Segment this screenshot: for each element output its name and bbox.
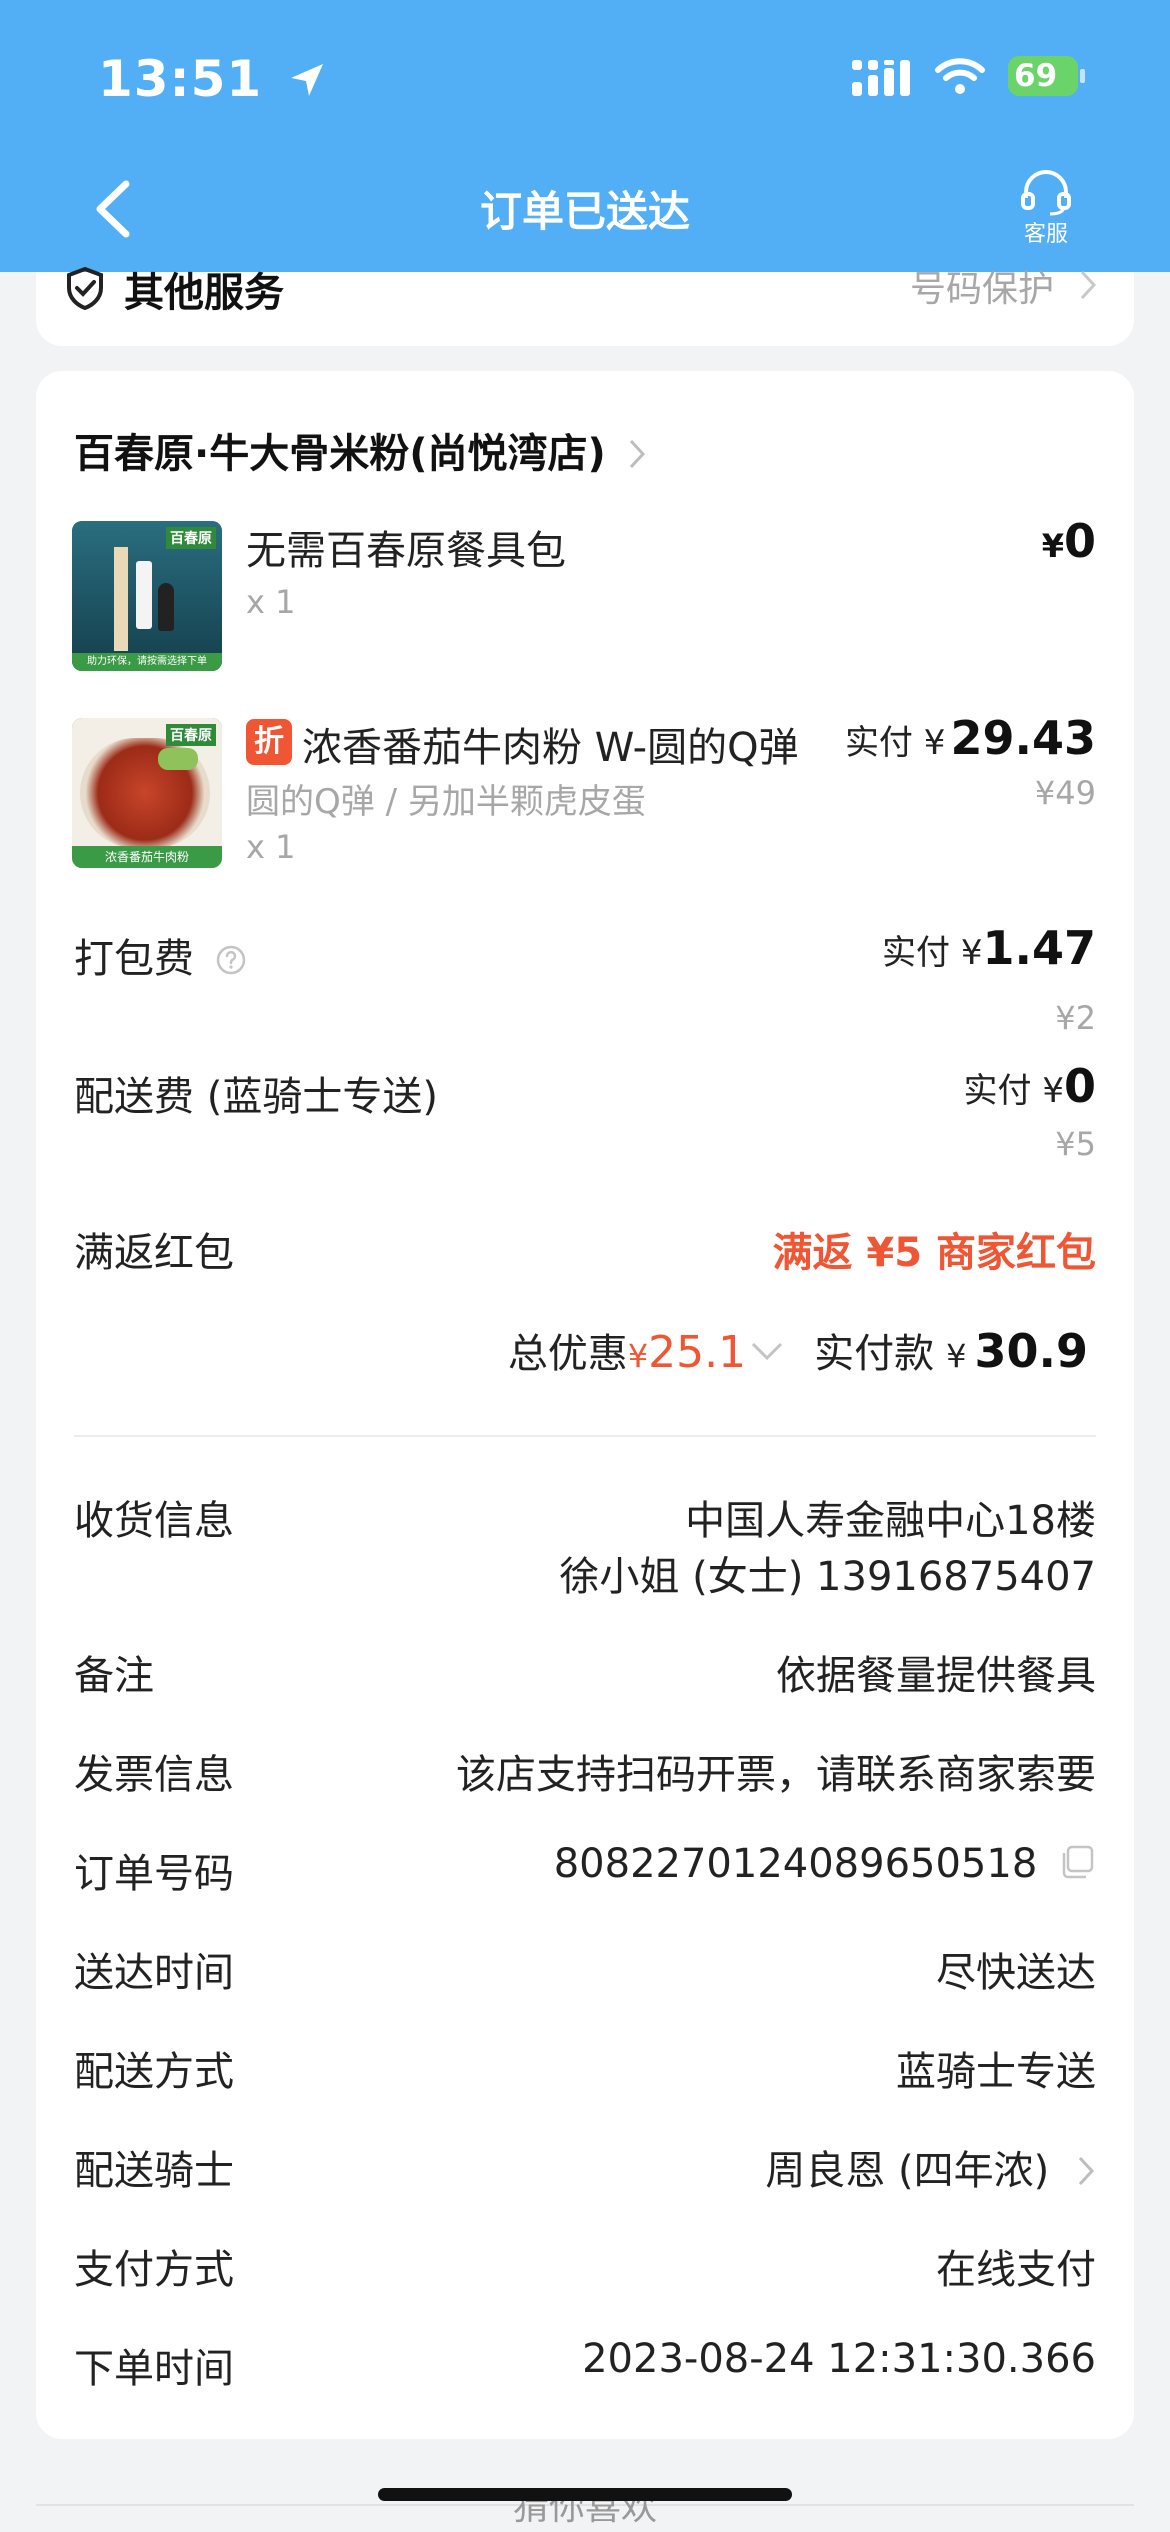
- item-price-symbol: ¥: [1041, 527, 1064, 565]
- discount-label: 总优惠: [507, 1331, 628, 1377]
- invoice-label: 发票信息: [74, 1752, 234, 1798]
- headset-icon: [1021, 170, 1071, 216]
- payment-method-label: 支付方式: [74, 2247, 234, 2293]
- customer-service-button[interactable]: 客服: [1018, 170, 1074, 248]
- rider-label: 配送骑士: [74, 2148, 234, 2194]
- chevron-right-icon: [1080, 270, 1097, 300]
- packing-fee-row: 打包费: [74, 926, 247, 984]
- nav-bar: 订单已送达 客服: [0, 150, 1170, 272]
- divider: [74, 1435, 1096, 1437]
- store-name: 百春原·牛大骨米粉(尚悦湾店): [74, 431, 606, 477]
- status-bar: 13:51 69: [0, 0, 1170, 150]
- chevron-right-icon: [1078, 2156, 1095, 2186]
- copy-icon[interactable]: [1058, 1843, 1096, 1881]
- packing-fee-label: 打包费: [74, 936, 194, 982]
- page-title: 订单已送达: [479, 187, 690, 236]
- paid-prefix: 实付 ¥: [844, 723, 946, 763]
- store-name-link[interactable]: 百春原·牛大骨米粉(尚悦湾店): [74, 421, 647, 479]
- other-services-label: 其他服务: [124, 270, 284, 316]
- delivery-fee-paid: 实付 ¥0: [964, 1059, 1096, 1113]
- order-number-row: 8082270124089650518: [554, 1841, 1096, 1887]
- redpack-value: 满返 ¥5 商家红包: [772, 1230, 1096, 1276]
- paid-total-value: 30.9: [974, 1324, 1089, 1378]
- arrival-time-label: 送达时间: [74, 1950, 234, 1996]
- location-arrow-icon: [290, 64, 323, 96]
- item-qty: x 1: [246, 583, 296, 621]
- guess-you-like-heading: 猜你喜欢: [512, 2487, 657, 2528]
- chevron-down-icon[interactable]: [750, 1339, 784, 1363]
- paid-prefix: 实付 ¥: [963, 1071, 1064, 1111]
- order-card: 百春原·牛大骨米粉(尚悦湾店) 百春原 助力环保，请按需选择下单 无需百春原餐具…: [36, 371, 1134, 2439]
- packing-fee-original: ¥2: [1055, 999, 1096, 1037]
- address-line1: 中国人寿金融中心18楼: [685, 1498, 1096, 1544]
- redpack-label: 满返红包: [74, 1230, 234, 1276]
- invoice-value: 该店支持扫码开票，请联系商家索要: [456, 1752, 1096, 1798]
- paid-value: 0: [1063, 1059, 1096, 1113]
- home-indicator[interactable]: [378, 2488, 792, 2501]
- delivery-fee-label: 配送费 (蓝骑士专送): [74, 1074, 438, 1120]
- other-services-card[interactable]: 其他服务 号码保护: [36, 266, 1134, 346]
- paid-total-symbol: ¥: [946, 1337, 967, 1375]
- item-spec: 圆的Q弹 / 另加半颗虎皮蛋: [246, 782, 646, 822]
- paid-value: 1.47: [982, 921, 1097, 975]
- shield-check-icon: [67, 266, 103, 310]
- order-number-label: 订单号码: [74, 1851, 234, 1897]
- item-image-cutlery[interactable]: 百春原 助力环保，请按需选择下单: [72, 521, 222, 671]
- paid-prefix: 实付 ¥: [882, 933, 983, 973]
- item-image-noodles[interactable]: 百春原 浓香番茄牛肉粉: [72, 718, 222, 868]
- order-time-value: 2023-08-24 12:31:30.366: [582, 2336, 1096, 2382]
- order-time-label: 下单时间: [74, 2346, 234, 2392]
- item-thumb-brand: 百春原: [166, 527, 216, 549]
- discount-symbol: ¥: [627, 1337, 649, 1375]
- delivery-method-value: 蓝骑士专送: [896, 2049, 1096, 2095]
- customer-service-label: 客服: [1023, 222, 1068, 247]
- help-icon[interactable]: [215, 944, 247, 976]
- delivery-fee-original: ¥5: [1055, 1125, 1096, 1163]
- battery-icon: 69: [1008, 56, 1085, 96]
- arrival-time-value: 尽快送达: [936, 1950, 1096, 1996]
- delivery-method-label: 配送方式: [74, 2049, 234, 2095]
- paid-value: 29.43: [950, 711, 1096, 765]
- discount-badge: 折: [246, 719, 292, 765]
- totals-row: 总优惠¥25.1 实付款 ¥30.9: [508, 1321, 1088, 1379]
- signal-icon: [852, 60, 910, 96]
- wifi-icon: [935, 58, 985, 94]
- status-time: 13:51: [98, 50, 327, 108]
- item-thumb-caption: 助力环保，请按需选择下单: [72, 653, 222, 671]
- item-name: 浓香番茄牛肉粉 W-圆的Q弹: [302, 725, 799, 771]
- item-original-price: ¥49: [1034, 774, 1096, 812]
- item-thumb-caption: 浓香番茄牛肉粉: [72, 846, 222, 868]
- item-qty: x 1: [246, 828, 296, 866]
- order-number-value: 8082270124089650518: [553, 1841, 1038, 1887]
- chevron-right-icon: [629, 439, 645, 469]
- payment-method-value: 在线支付: [936, 2247, 1096, 2293]
- packing-fee-paid: 实付 ¥1.47: [882, 921, 1096, 975]
- rider-value: 周良恩 (四年浓): [765, 2148, 1050, 2194]
- rider-link[interactable]: 周良恩 (四年浓): [765, 2138, 1096, 2196]
- item-price-value: 0: [1063, 514, 1096, 568]
- item-thumb-brand: 百春原: [166, 724, 216, 746]
- discount-value: 25.1: [648, 1327, 747, 1378]
- paid-total-label: 实付款: [814, 1331, 935, 1377]
- number-protection-value: 号码保护: [909, 269, 1054, 310]
- note-value: 依据餐量提供餐具: [776, 1653, 1096, 1699]
- battery-percent: 69: [1014, 58, 1058, 94]
- address-line2: 徐小姐 (女士) 13916875407: [559, 1554, 1096, 1600]
- item-name: 无需百春原餐具包: [246, 528, 566, 574]
- note-label: 备注: [74, 1653, 154, 1699]
- item-price: ¥0: [1042, 514, 1096, 568]
- address-label: 收货信息: [74, 1498, 234, 1544]
- item-paid-price: 实付 ¥ 29.43: [845, 711, 1096, 765]
- status-time-text: 13:51: [98, 50, 263, 108]
